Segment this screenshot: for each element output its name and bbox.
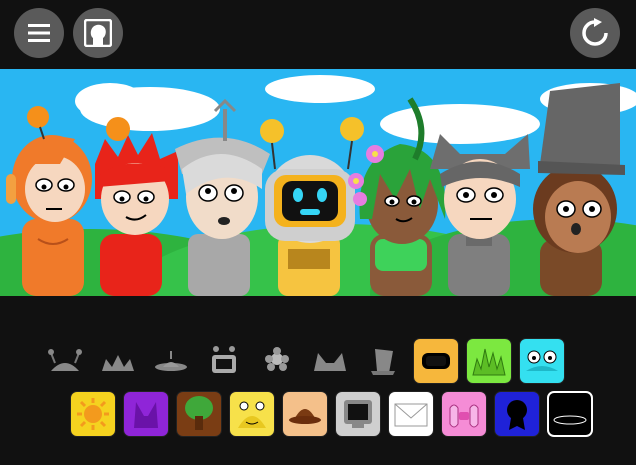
grass-spikes-icon: [472, 348, 506, 376]
palette-item-saucer[interactable]: [148, 338, 194, 384]
palette-item-sun[interactable]: [70, 391, 116, 437]
palette-item-flower-hair[interactable]: [254, 338, 300, 384]
frog-eyes-icon: [526, 350, 558, 371]
palette-item-visor[interactable]: [413, 338, 459, 384]
visor-icon: [422, 353, 450, 369]
black-hat-icon: [553, 404, 587, 425]
palette-item-tree[interactable]: [176, 391, 222, 437]
characters-layer: [6, 83, 625, 296]
saucer-icon: [155, 351, 187, 371]
character-silver-antenna[interactable]: [175, 98, 270, 296]
palette-item-spiky-crown[interactable]: [95, 338, 141, 384]
flower-hair-icon: [265, 347, 289, 371]
bucket-icon: [371, 349, 395, 375]
yellow-critter-icon: [238, 401, 266, 428]
palette-item-screen-antenna[interactable]: [201, 338, 247, 384]
reset-button[interactable]: [570, 8, 620, 58]
palette-item-frog-eyes[interactable]: [519, 338, 565, 384]
palette-item-antenna-bulbs[interactable]: [42, 338, 88, 384]
monitor-icon: [344, 400, 372, 428]
palette-item-brown-hat[interactable]: [282, 391, 328, 437]
brown-hat-icon: [289, 409, 321, 424]
envelope-icon: [394, 403, 428, 427]
character-bucket-hat[interactable]: [533, 83, 625, 296]
sun-icon: [77, 398, 109, 430]
profile-button[interactable]: [73, 8, 123, 58]
palette-item-bucket[interactable]: [360, 338, 406, 384]
menu-button[interactable]: [14, 8, 64, 58]
character-robot-helmet[interactable]: [260, 117, 364, 296]
character-red-spiky[interactable]: [95, 117, 178, 296]
purple-horns-icon: [134, 402, 158, 428]
cat-ears-icon: [314, 353, 346, 371]
character-stage: [0, 69, 636, 296]
palette-item-envelope[interactable]: [388, 391, 434, 437]
character-orange-headphones[interactable]: [6, 106, 92, 296]
palette-item-black-hat[interactable]: [547, 391, 593, 437]
palette-item-yellow-critter[interactable]: [229, 391, 275, 437]
palette-item-pink-bow[interactable]: [441, 391, 487, 437]
blue-medal-icon: [507, 400, 527, 430]
head-silhouette-icon: [84, 19, 112, 47]
reset-icon: [582, 18, 608, 46]
pink-bow-icon: [449, 404, 479, 428]
spiky-crown-icon: [102, 355, 134, 371]
palette-item-grass-spikes[interactable]: [466, 338, 512, 384]
palette-item-blue-medal[interactable]: [494, 391, 540, 437]
hamburger-icon: [28, 24, 50, 42]
palette-item-monitor[interactable]: [335, 391, 381, 437]
palette-row-1: [42, 338, 572, 384]
palette-item-purple-horns[interactable]: [123, 391, 169, 437]
palette-row-2: [70, 391, 600, 437]
palette-item-cat-ears[interactable]: [307, 338, 353, 384]
tree-icon: [185, 396, 213, 430]
screen-antenna-icon: [212, 346, 236, 373]
antenna-bulbs-icon: [48, 349, 82, 371]
